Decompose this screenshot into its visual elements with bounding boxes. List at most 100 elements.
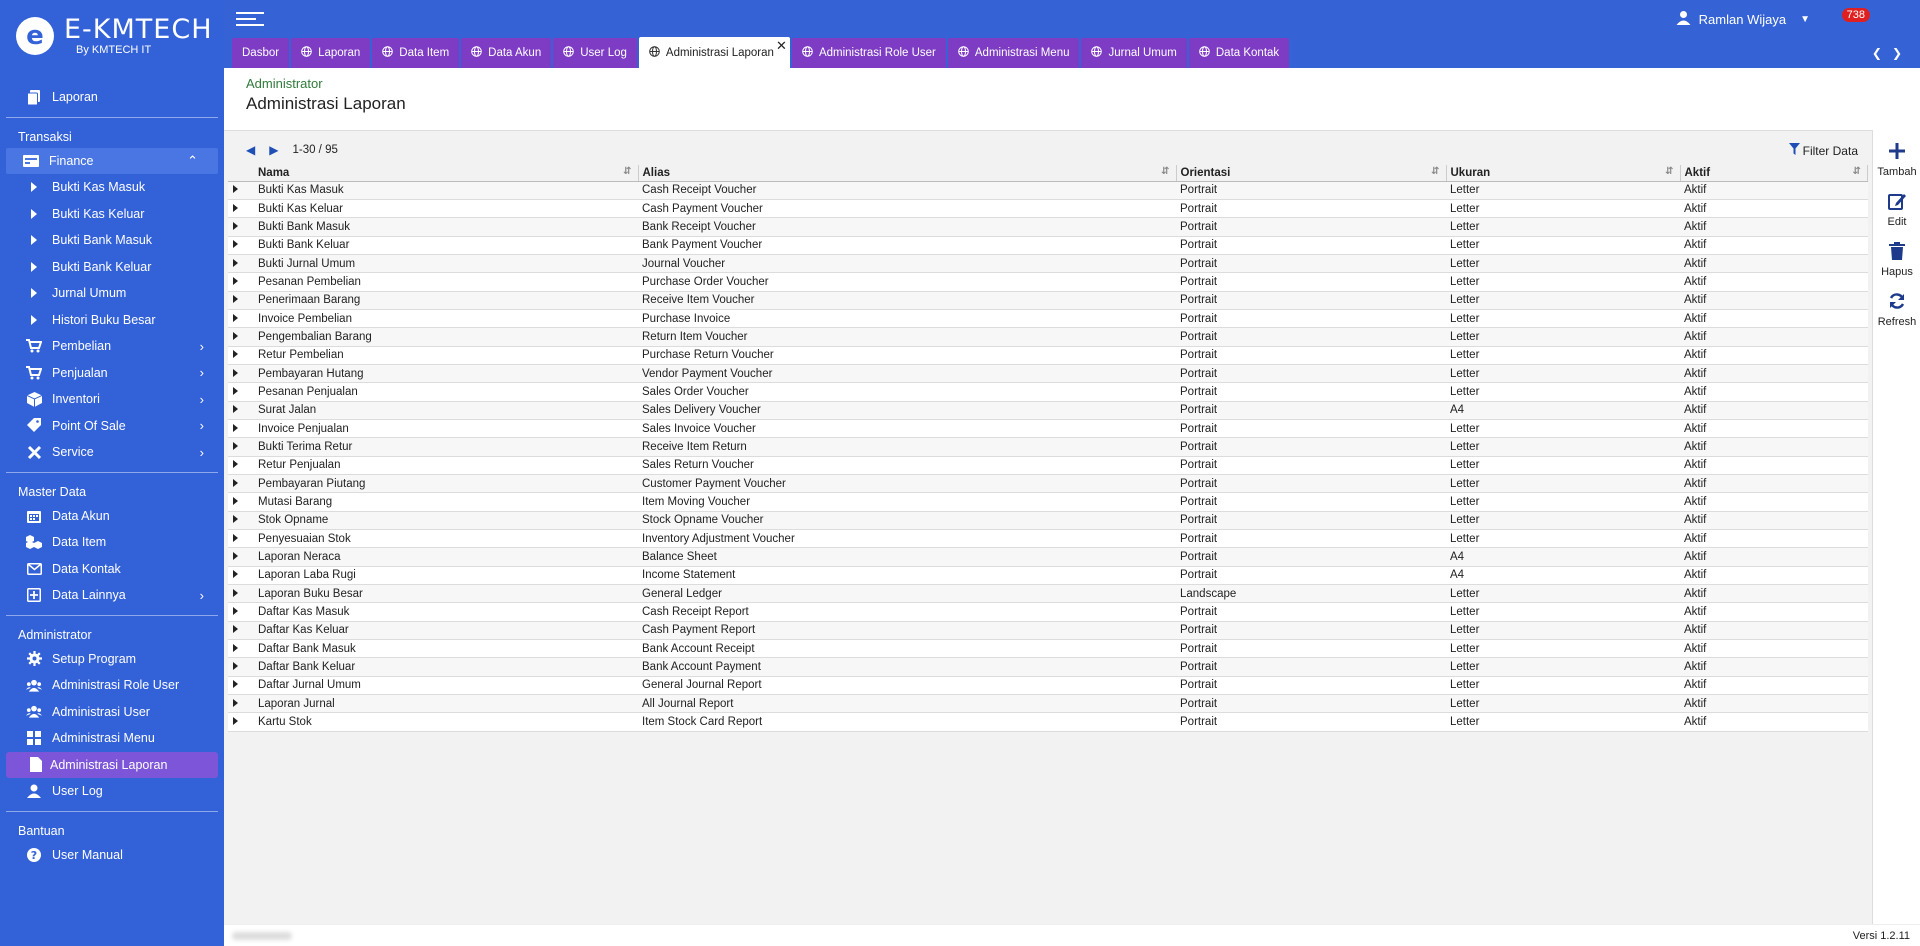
- table-row[interactable]: Penerimaan Barang Receive Item Voucher Por…: [228, 291, 1868, 310]
- table-row[interactable]: Daftar Kas Keluar Cash Payment Report Port…: [228, 621, 1868, 641]
- table-row[interactable]: Bukti Kas Masuk Cash Receipt Voucher Portr…: [228, 181, 1868, 200]
- expand-row-icon[interactable]: [228, 566, 254, 586]
- expand-row-icon[interactable]: [228, 346, 254, 365]
- column-header-alias[interactable]: Alias ⇵: [638, 165, 1177, 182]
- expand-row-icon[interactable]: [228, 181, 254, 200]
- sidebar-item-service[interactable]: Service ›: [0, 439, 224, 466]
- expand-row-icon[interactable]: [228, 364, 254, 384]
- menu-toggle-icon[interactable]: [236, 12, 264, 26]
- tab-administrasi-laporan[interactable]: Administrasi Laporan ✕: [638, 37, 790, 68]
- table-row[interactable]: Bukti Bank Keluar Bank Payment Voucher Por…: [228, 236, 1868, 255]
- expand-row-icon[interactable]: [228, 401, 254, 420]
- expand-row-icon[interactable]: [228, 254, 254, 274]
- expand-row-icon[interactable]: [228, 272, 254, 292]
- expand-row-icon[interactable]: [228, 621, 254, 641]
- table-row[interactable]: Bukti Jurnal Umum Journal Voucher Portrait…: [228, 254, 1868, 274]
- expand-row-icon[interactable]: [228, 657, 254, 677]
- sidebar-item-data-item[interactable]: Data Item: [0, 529, 224, 556]
- table-row[interactable]: Laporan Neraca Balance Sheet Portrait A4 Akt…: [228, 547, 1868, 567]
- filter-data-button[interactable]: Filter Data: [1788, 143, 1858, 158]
- tab-data-item[interactable]: Data Item: [372, 38, 460, 68]
- tab-dasbor[interactable]: Dasbor: [232, 38, 290, 68]
- sidebar-item-histori-buku-besar[interactable]: Histori Buku Besar: [0, 307, 224, 334]
- column-header-nama[interactable]: Nama ⇵: [254, 165, 639, 182]
- table-row[interactable]: Bukti Kas Keluar Cash Payment Voucher Port…: [228, 199, 1868, 219]
- table-row[interactable]: Pesanan Penjualan Sales Order Voucher Port…: [228, 382, 1868, 402]
- tab-user-log[interactable]: User Log: [553, 38, 637, 68]
- sort-icon[interactable]: ⇵: [1853, 166, 1861, 177]
- table-row[interactable]: Laporan Laba Rugi Income Statement Portrai…: [228, 566, 1868, 586]
- table-row[interactable]: Bukti Bank Masuk Bank Receipt Voucher Port…: [228, 217, 1868, 237]
- sidebar-item-administrasi-laporan[interactable]: Administrasi Laporan: [6, 751, 218, 778]
- table-row[interactable]: Pesanan Pembelian Purchase Order Voucher P…: [228, 272, 1868, 292]
- table-row[interactable]: Penyesuaian Stok Inventory Adjustment Vou…: [228, 529, 1868, 549]
- sort-icon[interactable]: ⇵: [1665, 166, 1673, 177]
- column-header-ukuran[interactable]: Ukuran ⇵: [1446, 165, 1681, 182]
- sidebar-item-bukti-bank-masuk[interactable]: Bukti Bank Masuk: [0, 227, 224, 254]
- user-menu[interactable]: Ramlan Wijaya ▼: [1676, 10, 1810, 28]
- sidebar-item-bukti-bank-keluar[interactable]: Bukti Bank Keluar: [0, 254, 224, 281]
- edit-button[interactable]: Edit: [1873, 192, 1920, 228]
- hapus-button[interactable]: Hapus: [1873, 242, 1920, 278]
- table-row[interactable]: Daftar Jurnal Umum General Journal Report…: [228, 676, 1868, 696]
- expand-row-icon[interactable]: [228, 584, 254, 604]
- expand-row-icon[interactable]: [228, 712, 254, 732]
- tab-laporan[interactable]: Laporan: [291, 38, 371, 68]
- sidebar-item-administrasi-menu[interactable]: Administrasi Menu: [0, 725, 224, 752]
- expand-row-icon[interactable]: [228, 676, 254, 696]
- sidebar-item-pembelian[interactable]: Pembelian ›: [0, 333, 224, 360]
- sort-icon[interactable]: ⇵: [623, 166, 631, 177]
- sidebar-item-data-kontak[interactable]: Data Kontak: [0, 556, 224, 583]
- tab-data-kontak[interactable]: Data Kontak: [1188, 38, 1290, 68]
- expand-row-icon[interactable]: [228, 309, 254, 329]
- expand-row-icon[interactable]: [228, 327, 254, 347]
- sort-icon[interactable]: ⇵: [1431, 166, 1439, 177]
- refresh-button[interactable]: Refresh: [1873, 292, 1920, 328]
- sidebar-item-finance[interactable]: Finance ⌃: [6, 147, 218, 174]
- sidebar-item-setup-program[interactable]: Setup Program: [0, 646, 224, 673]
- table-row[interactable]: Retur Pembelian Purchase Return Voucher Po…: [228, 346, 1868, 365]
- table-row[interactable]: Retur Penjualan Sales Return Voucher Portr…: [228, 456, 1868, 476]
- sidebar-item-bukti-kas-keluar[interactable]: Bukti Kas Keluar: [0, 201, 224, 228]
- table-row[interactable]: Laporan Buku Besar General Ledger Landscap…: [228, 584, 1868, 604]
- column-header-aktif[interactable]: Aktif ⇵: [1680, 165, 1868, 182]
- expand-row-icon[interactable]: [228, 291, 254, 310]
- sort-icon[interactable]: ⇵: [1161, 166, 1169, 177]
- chevron-right-icon[interactable]: ❯: [1892, 46, 1912, 60]
- next-page-icon[interactable]: ▶: [269, 143, 278, 157]
- tab-administrasi-menu[interactable]: Administrasi Menu: [947, 38, 1080, 68]
- column-header-orientasi[interactable]: Orientasi ⇵: [1176, 165, 1447, 182]
- sidebar-item-point-of-sale[interactable]: Point Of Sale ›: [0, 413, 224, 440]
- sidebar-item-laporan[interactable]: Laporan: [0, 84, 224, 111]
- expand-row-icon[interactable]: [228, 547, 254, 567]
- table-row[interactable]: Invoice Penjualan Sales Invoice Voucher Po…: [228, 419, 1868, 439]
- expand-row-icon[interactable]: [228, 236, 254, 255]
- table-row[interactable]: Invoice Pembelian Purchase Invoice Portrai…: [228, 309, 1868, 329]
- expand-row-icon[interactable]: [228, 511, 254, 531]
- tambah-button[interactable]: Tambah: [1873, 142, 1920, 178]
- sidebar-item-inventori[interactable]: Inventori ›: [0, 386, 224, 413]
- chevron-left-icon[interactable]: ❮: [1872, 46, 1892, 60]
- expand-row-icon[interactable]: [228, 456, 254, 476]
- sidebar-item-jurnal-umum[interactable]: Jurnal Umum: [0, 280, 224, 307]
- sidebar-item-penjualan[interactable]: Penjualan ›: [0, 360, 224, 387]
- table-row[interactable]: Kartu Stok Item Stock Card Report Portrait…: [228, 712, 1868, 732]
- sidebar-item-data-akun[interactable]: Data Akun: [0, 503, 224, 530]
- sidebar-item-user-manual[interactable]: ? User Manual: [0, 842, 224, 869]
- expand-row-icon[interactable]: [228, 437, 254, 457]
- expand-row-icon[interactable]: [228, 382, 254, 402]
- app-logo[interactable]: e E-KMTECH By KMTECH IT: [16, 16, 213, 56]
- tab-data-akun[interactable]: Data Akun: [461, 38, 552, 68]
- table-row[interactable]: Stok Opname Stock Opname Voucher Portrait L…: [228, 511, 1868, 531]
- notification-badge[interactable]: 738: [1841, 8, 1870, 22]
- expand-row-icon[interactable]: [228, 419, 254, 439]
- expand-row-icon[interactable]: [228, 474, 254, 494]
- table-row[interactable]: Bukti Terima Retur Receive Item Return Por…: [228, 437, 1868, 457]
- table-row[interactable]: Pembayaran Hutang Vendor Payment Voucher P…: [228, 364, 1868, 384]
- sidebar-item-administrasi-user[interactable]: Administrasi User: [0, 699, 224, 726]
- table-row[interactable]: Pengembalian Barang Return Item Voucher Po…: [228, 327, 1868, 347]
- sidebar-item-user-log[interactable]: User Log: [0, 778, 224, 805]
- expand-row-icon[interactable]: [228, 529, 254, 549]
- expand-row-icon[interactable]: [228, 694, 254, 714]
- table-row[interactable]: Surat Jalan Sales Delivery Voucher Portrai…: [228, 401, 1868, 420]
